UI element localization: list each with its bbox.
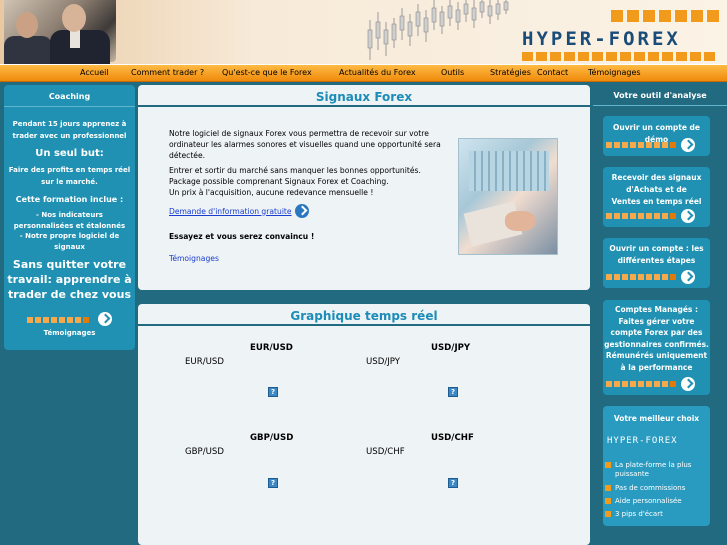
pager-dots (606, 274, 676, 280)
bullet-square-icon (605, 462, 611, 468)
coaching-pager (4, 308, 135, 327)
chart-image-placeholder-icon[interactable]: ? (448, 478, 458, 488)
coaching-tagline: Sans quitter votre travail: apprendre à … (7, 258, 132, 301)
nav-contact[interactable]: Contact (537, 68, 568, 77)
pager-dots (606, 381, 676, 387)
open-account-text: Ouvrir un compte : les différentes étape… (609, 244, 704, 265)
coaching-temoignages-link[interactable]: Témoignages (4, 327, 135, 339)
site-logo[interactable]: HYPER-FOREX (522, 28, 681, 50)
managed-accounts-box[interactable]: Comptes Managés : Faites gérer votre com… (603, 300, 710, 395)
pair-eurusd-heading: EUR/USD (250, 343, 293, 353)
arrow-right-icon[interactable] (681, 209, 695, 223)
header-photo (4, 0, 116, 64)
coaching-includes-heading: Cette formation inclue : (15, 195, 124, 204)
signals-box-text: Recevoir des signaux d'Achats et de Vent… (611, 173, 702, 206)
coaching-goal-heading: Un seul but: (35, 148, 104, 159)
signals-box[interactable]: Recevoir des signaux d'Achats et de Vent… (603, 167, 710, 227)
best-choice-title: Votre meilleur choix (613, 414, 700, 423)
pair-gbpusd-label: GBP/USD (185, 447, 224, 457)
site-header: HYPER-FOREX (0, 0, 727, 64)
info-request-link[interactable]: Demande d'information gratuite (169, 206, 292, 217)
managed-accounts-text: Comptes Managés : Faites gérer votre com… (604, 305, 709, 372)
arrow-right-icon[interactable] (681, 377, 695, 391)
arrow-right-icon[interactable] (681, 270, 695, 284)
pair-usdjpy-label: USD/JPY (366, 357, 401, 367)
coaching-item-indicators: - Nos indicateurs personnalisées et étal… (13, 211, 126, 230)
best-choice-item: Aide personnalisée (605, 497, 705, 506)
best-choice-item: Pas de commissions (605, 484, 705, 493)
chart-image-placeholder-icon[interactable]: ? (448, 387, 458, 397)
open-account-pager (606, 270, 695, 284)
chart-image-placeholder-icon[interactable]: ? (268, 387, 278, 397)
pager-dots (606, 142, 676, 148)
signals-price-text: Un prix à l'acquisition, aucune redevanc… (169, 188, 374, 197)
bullet-square-icon (605, 498, 611, 504)
demo-account-box[interactable]: Ouvrir un compte de démo (603, 116, 710, 156)
best-choice-item: 3 pips d'écart (605, 510, 705, 519)
signals-entry-text: Entrer et sortir du marché sans manquer … (169, 166, 421, 175)
analysis-tool-title: Votre outil d'analyse (593, 85, 727, 106)
coaching-title: Coaching (4, 85, 135, 107)
realtime-chart-panel: Graphique temps réel EUR/USD EUR/USD ? U… (138, 304, 590, 545)
bullet-square-icon (605, 511, 611, 517)
best-choice-logo: HYPER-FOREX (607, 436, 678, 446)
signals-package-text: Package possible comprenant Signaux Fore… (169, 177, 389, 186)
signals-temoignages-link[interactable]: Témoignages (169, 253, 459, 264)
coaching-goal-text: Faire des profits en temps réel sur le m… (8, 166, 131, 186)
arrow-right-icon[interactable] (294, 204, 309, 218)
realtime-chart-title: Graphique temps réel (138, 304, 590, 326)
coaching-intro: Pendant 15 jours apprenez à trader avec … (12, 120, 127, 140)
best-choice-item: La plate-forme la plus puissante (605, 461, 705, 479)
pair-eurusd-label: EUR/USD (185, 357, 224, 367)
nav-quest-ce-que-forex[interactable]: Qu'est-ce que le Forex (222, 68, 312, 77)
signals-info-request: Demande d'information gratuite (169, 204, 459, 218)
pair-usdchf-heading: USD/CHF (431, 433, 474, 443)
signals-panel: Signaux Forex Notre logiciel de signaux … (138, 85, 590, 290)
nav-comment-trader[interactable]: Comment trader ? (131, 68, 204, 77)
nav-strategies[interactable]: Stratégies (490, 68, 531, 77)
main-nav: Accueil Comment trader ? Qu'est-ce que l… (0, 64, 727, 82)
trading-screen-photo (458, 138, 558, 255)
candlestick-decoration (367, 0, 509, 60)
signals-description: Notre logiciel de signaux Forex vous per… (169, 129, 441, 160)
open-account-box[interactable]: Ouvrir un compte : les différentes étape… (603, 238, 710, 288)
nav-accueil[interactable]: Accueil (80, 68, 109, 77)
pager-dots (27, 317, 90, 323)
coaching-box: Coaching Pendant 15 jours apprenez à tra… (4, 85, 135, 350)
managed-accounts-pager (606, 377, 695, 391)
pair-gbpusd-heading: GBP/USD (250, 433, 294, 443)
signals-title: Signaux Forex (138, 85, 590, 107)
pager-dots (606, 213, 676, 219)
pair-usdchf-label: USD/CHF (366, 447, 405, 457)
signals-try-text: Essayez et vous serez convaincu ! (169, 232, 315, 241)
signals-box-pager (606, 209, 695, 223)
bullet-square-icon (605, 485, 611, 491)
arrow-right-icon[interactable] (681, 138, 695, 152)
coaching-item-software: - Notre propre logiciel de signaux (19, 232, 120, 251)
pair-usdjpy-heading: USD/JPY (431, 343, 471, 353)
demo-account-pager (606, 138, 695, 152)
nav-actualites[interactable]: Actualités du Forex (339, 68, 416, 77)
nav-outils[interactable]: Outils (441, 68, 464, 77)
nav-temoignages[interactable]: Témoignages (588, 68, 641, 77)
best-choice-box: Votre meilleur choix HYPER-FOREX La plat… (603, 406, 710, 526)
chart-image-placeholder-icon[interactable]: ? (268, 478, 278, 488)
arrow-right-icon[interactable] (97, 311, 112, 326)
